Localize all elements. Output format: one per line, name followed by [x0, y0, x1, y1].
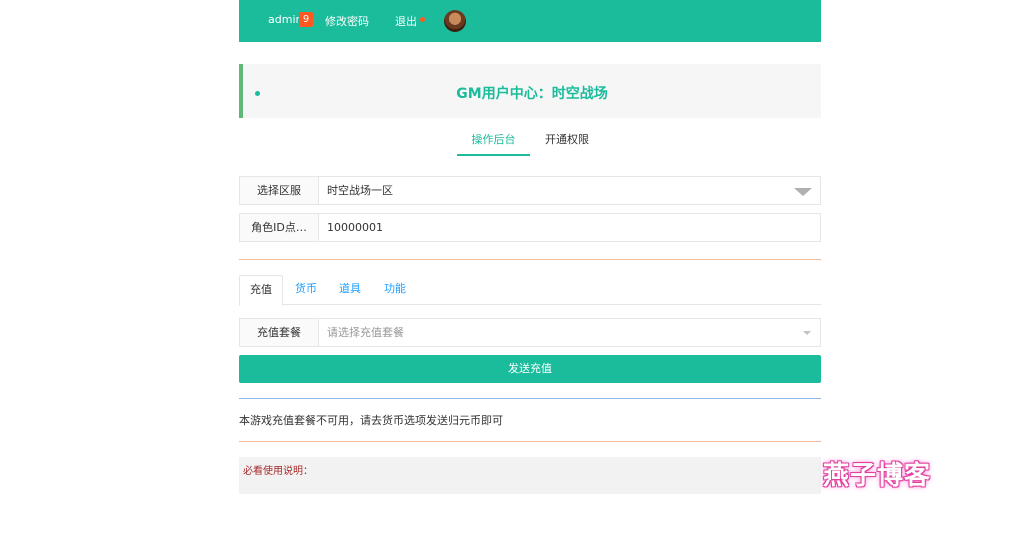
- avatar[interactable]: [444, 10, 466, 32]
- page-container: admin 9 修改密码 退出 GM用户中心：时空战场 操作后台 开通权限 选择…: [239, 0, 821, 494]
- logout-link[interactable]: 退出: [395, 13, 417, 29]
- username-link[interactable]: admin: [268, 13, 302, 26]
- tab-items[interactable]: 道具: [331, 275, 369, 305]
- recharge-package-placeholder: 请选择充值套餐: [327, 326, 404, 339]
- tab-open-permission[interactable]: 开通权限: [532, 126, 602, 156]
- server-label: 选择区服: [240, 177, 319, 204]
- send-recharge-button[interactable]: 发送充值: [239, 355, 821, 383]
- page-title: GM用户中心：时空战场: [456, 86, 608, 102]
- recharge-package-label: 充值套餐: [240, 319, 319, 346]
- sub-tabs: 充值 货币 道具 功能: [239, 275, 821, 306]
- watermark-logo: 燕子博客: [823, 461, 932, 491]
- tab-recharge[interactable]: 充值: [239, 275, 283, 306]
- notice-text: 本游戏充值套餐不可用，请去货币选项发送归元币即可: [239, 414, 503, 427]
- chevron-down-icon[interactable]: [794, 188, 812, 196]
- role-id-label: 角色ID点…: [240, 214, 319, 241]
- server-value: 时空战场一区: [327, 184, 393, 197]
- usage-guide-title: 必看使用说明：: [243, 466, 313, 477]
- change-password-link[interactable]: 修改密码: [325, 13, 369, 29]
- divider: [239, 259, 821, 260]
- page-title-box: GM用户中心：时空战场: [239, 64, 821, 118]
- tab-operation-backend[interactable]: 操作后台: [457, 126, 530, 156]
- chevron-down-icon[interactable]: [803, 331, 811, 335]
- server-select[interactable]: 选择区服 时空战场一区: [239, 176, 821, 205]
- logout-dot-icon: [420, 17, 425, 22]
- tab-currency[interactable]: 货币: [287, 275, 325, 305]
- notification-badge[interactable]: 9: [299, 12, 313, 27]
- divider: [239, 441, 821, 442]
- divider: [239, 398, 821, 399]
- role-id-input[interactable]: 10000001: [327, 214, 383, 241]
- usage-guide-box: 必看使用说明：: [239, 457, 821, 494]
- main-tabs: 操作后台 开通权限: [239, 126, 821, 156]
- tab-functions[interactable]: 功能: [376, 275, 414, 305]
- role-id-field[interactable]: 角色ID点… 10000001: [239, 213, 821, 242]
- recharge-package-select[interactable]: 充值套餐 请选择充值套餐: [239, 318, 821, 347]
- top-nav-bar: admin 9 修改密码 退出: [239, 0, 821, 42]
